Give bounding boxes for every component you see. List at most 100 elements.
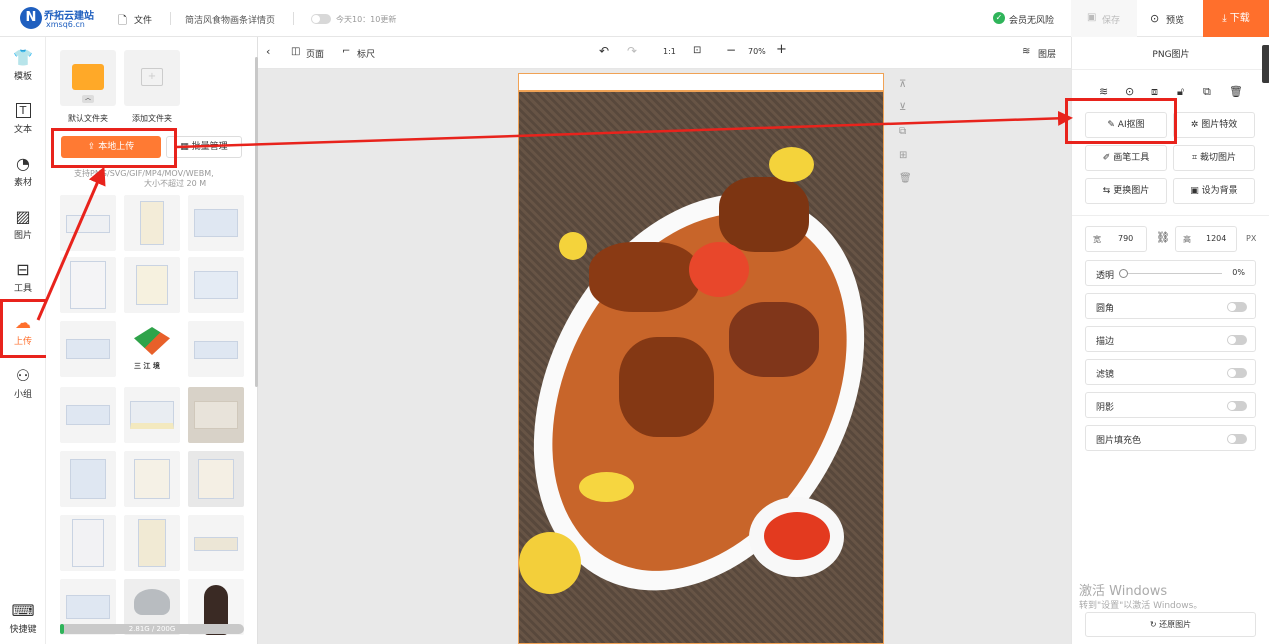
collapse-panel-icon[interactable]: ‹ [266, 45, 270, 58]
radius-label: 圆角 [1096, 304, 1115, 314]
nav-shortcuts[interactable]: ⌨ 快捷键 [0, 602, 46, 636]
member-status[interactable]: 会员无风险 [1009, 13, 1054, 26]
thumb-image [70, 459, 106, 499]
thumb-image [198, 459, 234, 499]
nav-group[interactable]: ⚇ 小组 [0, 367, 46, 401]
brand-logo-icon[interactable]: N [20, 7, 42, 29]
thumb-image [194, 401, 238, 429]
nav-template[interactable]: 👕 模板 [0, 48, 46, 83]
zoom-level[interactable]: 70% [748, 47, 766, 56]
filter-toggle[interactable] [1227, 368, 1247, 378]
upload-thumbnail[interactable] [188, 451, 244, 507]
upload-thumbnail[interactable] [124, 451, 180, 507]
image-effects-button[interactable]: ✲ 图片特效 [1173, 112, 1255, 138]
crop-icon: ⌗ [1192, 153, 1200, 163]
opacity-label: 透明 [1096, 271, 1115, 281]
height-value: 1204 [1206, 234, 1227, 243]
fill-color-toggle[interactable] [1227, 434, 1247, 444]
zoom-in-icon[interactable]: + [776, 42, 787, 57]
redo-icon[interactable]: ↷ [627, 44, 637, 58]
upload-thumbnail[interactable] [60, 257, 116, 313]
move-down-icon[interactable]: ⊻ [899, 102, 913, 118]
upload-thumbnail[interactable] [60, 321, 116, 377]
zoom-out-icon[interactable]: − [726, 43, 736, 57]
upload-thumbnail[interactable] [124, 195, 180, 251]
food-image[interactable] [518, 91, 884, 644]
folder-icon [72, 64, 104, 90]
grid-icon: ▦ [180, 142, 192, 152]
nav-material[interactable]: ◔ 素材 [0, 155, 46, 189]
brush-tool-button[interactable]: ✐ 画笔工具 [1085, 145, 1167, 171]
batch-manage-button[interactable]: ▦ 批量管理 [166, 136, 242, 158]
delete-page-icon[interactable]: 🗑 [899, 173, 913, 189]
side-handle[interactable] [1262, 45, 1269, 83]
default-folder[interactable]: ︿ [60, 50, 116, 106]
upload-thumbnail[interactable]: 三 江 境 [124, 321, 180, 377]
preview-button[interactable]: 预览 [1166, 13, 1184, 26]
replace-image-button[interactable]: ⇆ 更换图片 [1085, 178, 1167, 204]
height-field[interactable]: 高 1204 [1175, 226, 1237, 252]
save-button[interactable]: ▣ 保存 [1071, 0, 1137, 37]
link-ratio-icon[interactable]: ⛓ [1156, 231, 1170, 244]
add-page-icon[interactable]: ⊞ [899, 150, 913, 166]
crop-button[interactable]: ⌗ 裁切图片 [1173, 145, 1255, 171]
lock-icon[interactable]: 🔓︎ [1177, 85, 1184, 99]
layers-button[interactable]: 图层 [1038, 47, 1056, 60]
nav-text[interactable]: T 文本 [0, 102, 46, 135]
add-folder[interactable]: + [124, 50, 180, 106]
upload-thumbnail[interactable] [188, 515, 244, 571]
download-button[interactable]: ⤓ 下载 [1203, 0, 1269, 37]
nav-label: 快捷键 [9, 625, 37, 635]
page-button[interactable]: 页面 [306, 47, 324, 60]
flip-icon[interactable]: ⧈ [1151, 85, 1158, 99]
undo-icon[interactable]: ↶ [599, 44, 609, 58]
canvas-toolbar: ‹ ◫ 页面 ⌐ 标尺 ↶ ↷ 1:1 ⊡ − 70% + ≋ 图层 [258, 37, 1071, 69]
upload-thumbnail[interactable] [124, 515, 180, 571]
move-up-icon[interactable]: ⊼ [899, 79, 913, 95]
upload-thumbnail[interactable] [60, 195, 116, 251]
file-menu[interactable]: 文件 [134, 13, 152, 26]
radius-toggle[interactable] [1227, 302, 1247, 312]
batch-manage-label: 批量管理 [191, 142, 228, 152]
nav-image[interactable]: ▨ 图片 [0, 207, 46, 242]
download-icon: ⤓ [1222, 13, 1230, 24]
storage-usage: 2.81G / 200G [128, 625, 176, 633]
ruler-button[interactable]: 标尺 [357, 47, 375, 60]
align-icon[interactable]: ≋ [1099, 85, 1108, 98]
fit-screen-icon[interactable]: ⊡ [693, 45, 701, 56]
upload-thumbnail[interactable] [188, 321, 244, 377]
position-icon[interactable]: ⊙ [1125, 85, 1134, 98]
canvas-top-strip[interactable] [518, 73, 884, 91]
file-icon: 🗋 [118, 14, 127, 27]
set-background-button[interactable]: ▣ 设为背景 [1173, 178, 1255, 204]
upload-thumbnail[interactable] [60, 387, 116, 443]
image-icon: ▨ [15, 207, 31, 226]
ratio-button[interactable]: 1:1 [663, 47, 676, 56]
delete-icon[interactable]: 🗑 [1229, 85, 1243, 98]
shirt-icon: 👕 [13, 48, 33, 67]
opacity-slider-handle[interactable] [1119, 269, 1128, 278]
opacity-slider[interactable] [1122, 273, 1222, 274]
ruler-icon: ⌐ [342, 46, 351, 57]
document-title[interactable]: 简洁风食物画条详情页 [185, 13, 275, 26]
shadow-toggle[interactable] [1227, 401, 1247, 411]
canvas-area: ⊼ ⊻ ⧉ ⊞ 🗑 [258, 69, 1071, 644]
stroke-toggle[interactable] [1227, 335, 1247, 345]
nav-tools[interactable]: ⊟ 工具 [0, 261, 46, 295]
upload-thumbnail[interactable] [188, 387, 244, 443]
copy-page-icon[interactable]: ⧉ [899, 126, 913, 142]
upload-thumbnail[interactable] [60, 515, 116, 571]
upload-thumbnail[interactable] [124, 257, 180, 313]
width-field[interactable]: 宽 790 [1085, 226, 1147, 252]
duplicate-icon[interactable]: ⧉ [1203, 85, 1211, 99]
upload-thumbnail[interactable] [188, 195, 244, 251]
autosave-toggle[interactable] [311, 14, 331, 24]
upload-thumbnail[interactable] [60, 451, 116, 507]
restore-image-button[interactable]: ↻ 还原图片 [1085, 612, 1256, 637]
stroke-row: 描边 [1085, 326, 1256, 352]
upload-thumbnail[interactable] [124, 387, 180, 443]
upload-thumbnail[interactable] [188, 257, 244, 313]
unit-label: PX [1246, 234, 1257, 243]
opacity-value: 0% [1232, 268, 1245, 277]
chicken [729, 302, 819, 377]
